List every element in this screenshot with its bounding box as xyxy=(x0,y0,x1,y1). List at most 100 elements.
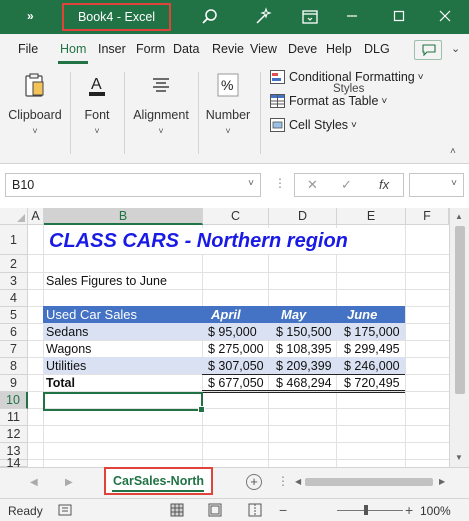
minimize-button[interactable] xyxy=(343,7,361,25)
tab-view[interactable]: View xyxy=(250,42,277,56)
total-cell: $ 720,495 xyxy=(344,376,400,390)
tab-insert[interactable]: Inser xyxy=(98,42,126,56)
maximize-button[interactable] xyxy=(390,7,408,25)
gridline xyxy=(28,425,449,426)
comment-icon xyxy=(422,44,436,56)
ribbon-display-icon[interactable] xyxy=(300,7,320,27)
column-header-e[interactable]: E xyxy=(337,208,406,225)
tab-formulas[interactable]: Form xyxy=(136,42,165,56)
clipboard-label: Clipboard xyxy=(8,108,62,122)
name-box[interactable]: B10 ˅ xyxy=(5,173,261,197)
tab-dlg[interactable]: DLG xyxy=(364,42,390,56)
collapse-ribbon-icon[interactable]: ˄ xyxy=(450,146,456,157)
tab-home[interactable]: Hom xyxy=(60,42,86,56)
search-icon[interactable] xyxy=(200,7,220,27)
alignment-group[interactable]: Alignment ˅ xyxy=(128,70,194,136)
row-header-2[interactable]: 2 xyxy=(0,255,28,273)
table-cell: $ 150,500 xyxy=(276,325,332,339)
column-header-a[interactable]: A xyxy=(28,208,44,225)
tab-help[interactable]: Help xyxy=(326,42,352,56)
row-header-8[interactable]: 8 xyxy=(0,358,28,375)
gridline xyxy=(28,289,449,290)
scroll-right-icon[interactable]: ▶ xyxy=(439,477,445,486)
insert-function-icon[interactable]: fx xyxy=(379,177,389,192)
cell-styles-button[interactable]: Cell Styles ˅ xyxy=(270,118,357,132)
format-as-table-button[interactable]: Format as Table ˅ xyxy=(270,94,387,108)
clipboard-group[interactable]: Clipboard ˅ xyxy=(4,70,66,136)
column-header-b[interactable]: B xyxy=(44,208,203,225)
tab-developer[interactable]: Deve xyxy=(288,42,317,56)
tab-scroll-chevron-icon[interactable]: ⌄ xyxy=(451,42,460,55)
add-sheet-button[interactable]: + xyxy=(246,474,262,490)
formula-input[interactable]: ˅ xyxy=(409,173,464,197)
row-header-4[interactable]: 4 xyxy=(0,290,28,307)
magic-wand-icon[interactable] xyxy=(253,7,273,27)
row-header-1[interactable]: 1 xyxy=(0,225,28,255)
row-header-5[interactable]: 5 xyxy=(0,307,28,324)
zoom-slider-thumb[interactable] xyxy=(364,505,368,515)
conditional-formatting-button[interactable]: Conditional Formatting ˅ xyxy=(270,70,424,84)
font-group[interactable]: A Font ˅ xyxy=(74,70,120,136)
row-header-6[interactable]: 6 xyxy=(0,324,28,341)
total-label: Total xyxy=(46,376,75,390)
minimize-icon xyxy=(347,15,357,17)
zoom-in-icon[interactable]: + xyxy=(405,502,413,518)
status-bar: Ready − + 100% xyxy=(0,498,469,521)
next-sheet-icon[interactable]: ▶ xyxy=(65,477,73,488)
zoom-out-icon[interactable]: − xyxy=(279,502,287,518)
vertical-scrollbar[interactable]: ▲ ▼ xyxy=(449,208,469,467)
clipboard-icon xyxy=(21,70,49,100)
row-header-10[interactable]: 10 xyxy=(0,392,28,409)
tab-data[interactable]: Data xyxy=(173,42,199,56)
quick-access-overflow-button[interactable]: » xyxy=(27,9,34,23)
number-label: Number xyxy=(205,108,251,122)
enter-icon[interactable]: ✓ xyxy=(341,177,352,193)
active-cell[interactable] xyxy=(43,392,205,413)
page-break-preview-icon[interactable] xyxy=(248,503,262,517)
vertical-scroll-thumb[interactable] xyxy=(455,226,465,394)
cell-styles-icon xyxy=(270,118,285,132)
row-header-12[interactable]: 12 xyxy=(0,426,28,443)
close-button[interactable] xyxy=(436,7,454,25)
prev-sheet-icon[interactable]: ◀ xyxy=(30,477,38,488)
scroll-down-icon[interactable]: ▼ xyxy=(455,453,463,462)
row-header-7[interactable]: 7 xyxy=(0,341,28,358)
table-row-label: Sedans xyxy=(46,325,89,339)
comments-button[interactable] xyxy=(414,40,442,60)
total-cell: $ 468,294 xyxy=(276,376,332,390)
page-layout-icon[interactable] xyxy=(208,503,222,517)
row-header-14[interactable]: 14 xyxy=(0,457,28,469)
zoom-slider[interactable] xyxy=(337,510,403,511)
table-cell: $ 299,495 xyxy=(344,342,400,356)
select-all-button[interactable] xyxy=(0,208,28,225)
close-icon xyxy=(439,10,451,22)
row-header-3[interactable]: 3 xyxy=(0,273,28,290)
row-header-11[interactable]: 11 xyxy=(0,409,28,426)
svg-text:A: A xyxy=(91,76,102,93)
tab-file[interactable]: File xyxy=(18,42,38,56)
row-header-9[interactable]: 9 xyxy=(0,375,28,392)
chevron-down-icon: ˅ xyxy=(225,126,231,136)
scroll-left-icon[interactable]: ◀ xyxy=(295,477,301,486)
cancel-icon[interactable]: ✕ xyxy=(307,177,318,193)
tab-review[interactable]: Revie xyxy=(212,42,244,56)
scroll-up-icon[interactable]: ▲ xyxy=(455,212,463,221)
zoom-level[interactable]: 100% xyxy=(420,504,451,518)
chevron-down-icon[interactable]: ˅ xyxy=(248,178,254,189)
maximize-icon xyxy=(393,10,405,22)
normal-view-icon[interactable] xyxy=(170,503,184,517)
font-color-icon: A xyxy=(83,70,111,100)
accessibility-icon[interactable] xyxy=(58,503,72,517)
chevron-down-icon: ˅ xyxy=(32,126,38,136)
column-header-c[interactable]: C xyxy=(203,208,269,225)
number-group[interactable]: % Number ˅ xyxy=(202,70,254,136)
table-cell: $ 209,399 xyxy=(276,359,332,373)
chevron-down-icon[interactable]: ˅ xyxy=(451,178,457,189)
chevron-down-icon: ˅ xyxy=(417,71,424,83)
column-header-d[interactable]: D xyxy=(269,208,337,225)
horizontal-scrollbar[interactable]: ◀ ▶ xyxy=(295,476,450,488)
more-options-icon: ⋮ xyxy=(277,474,289,488)
worksheet-grid[interactable]: CLASS CARS - Northern region Sales Figur… xyxy=(28,225,449,467)
horizontal-scroll-thumb[interactable] xyxy=(305,478,433,486)
column-header-f[interactable]: F xyxy=(406,208,449,225)
